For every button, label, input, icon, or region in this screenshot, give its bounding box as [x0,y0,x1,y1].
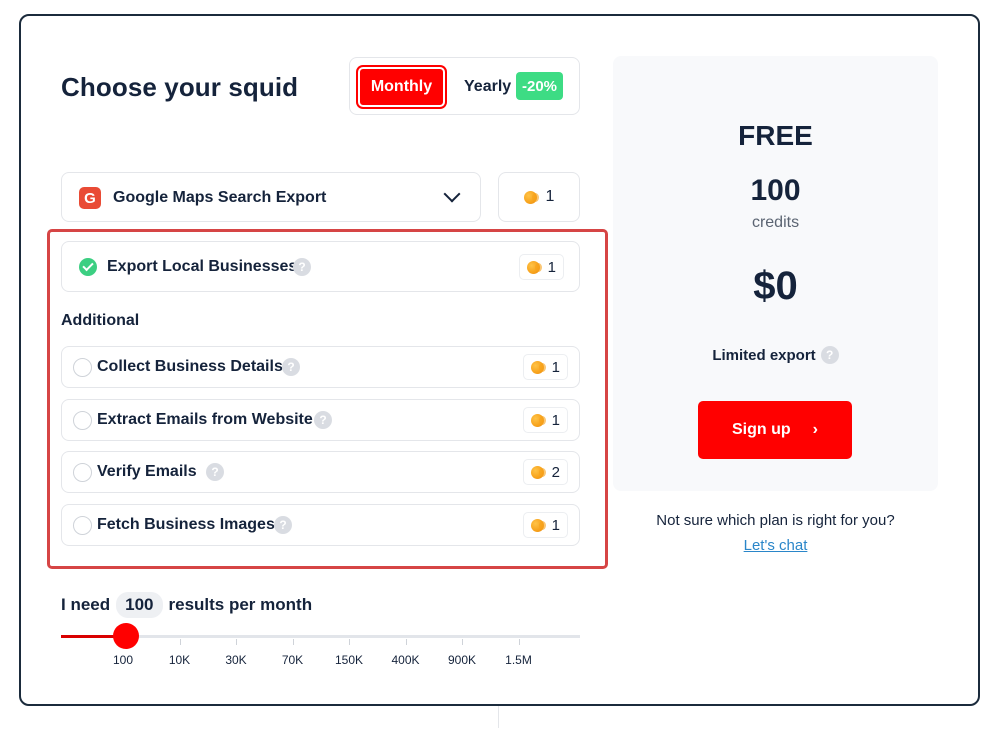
slider-tick-label[interactable]: 150K [335,653,363,667]
slider-tick [349,639,350,645]
addon-extract-emails[interactable]: Extract Emails from Website ? 1 [61,399,580,441]
addon-label: Extract Emails from Website [97,411,313,428]
service-label: Google Maps Search Export [113,189,327,206]
addon-radio[interactable] [73,463,92,482]
addon-label: Verify Emails [97,463,197,480]
slider-tick-label[interactable]: 100 [113,653,133,667]
addon-radio[interactable] [73,411,92,430]
slider-tick [405,639,407,645]
credit-value: 1 [551,358,560,376]
question-icon[interactable]: ? [293,258,311,276]
main-option-label: Export Local Businesses [107,258,298,275]
plan-credits-unit: credits [751,214,800,231]
coin-icon [530,518,546,532]
help-question: Not sure which plan is right for you? [656,512,895,529]
check-circle-icon [79,258,97,276]
coin-icon [530,413,546,427]
slider-tick-label[interactable]: 1.5M [505,653,532,667]
question-icon[interactable]: ? [274,516,292,534]
slider-tick-label[interactable]: 30K [225,653,246,667]
results-prefix: I need [61,595,111,614]
credit-badge: 2 [522,459,568,485]
question-icon[interactable]: ? [314,411,332,429]
slider-tick [236,639,237,645]
results-per-month: I need 100 results per month [61,592,312,618]
chevron-down-icon [443,185,461,203]
plan-name: FREE [738,120,813,151]
credit-value: 2 [551,463,560,481]
plan-note-text: Limited export [712,346,816,364]
credit-value: 1 [551,411,560,429]
total-credits-value: 1 [545,188,555,205]
results-slider-thumb[interactable] [113,623,139,649]
slider-tick-label[interactable]: 400K [391,653,419,667]
chevron-right-icon: › [812,421,818,438]
addon-fetch-business-images[interactable]: Fetch Business Images ? 1 [61,504,580,546]
additional-heading: Additional [61,312,140,329]
addon-label: Collect Business Details [97,358,283,375]
coin-icon [523,190,539,204]
addon-radio[interactable] [73,358,92,377]
total-credits: 1 [498,172,580,222]
credit-value: 1 [547,258,556,276]
discount-badge: -20% [516,72,564,100]
addon-collect-business-details[interactable]: Collect Business Details ? 1 [61,346,580,388]
slider-tick [292,639,294,645]
coin-icon [530,360,546,374]
slider-tick [462,639,463,645]
addon-verify-emails[interactable]: Verify Emails ? 2 [61,451,580,493]
plan-price: $0 [753,264,798,308]
service-dropdown[interactable]: G Google Maps Search Export [61,172,481,222]
plan-credits: 100 [750,174,801,207]
credit-badge: 1 [522,407,568,433]
question-icon[interactable]: ? [282,358,300,376]
chat-link[interactable]: Let's chat [613,537,938,554]
main-option[interactable]: Export Local Businesses ? 1 [61,241,580,292]
slider-tick-label[interactable]: 900K [448,653,476,667]
signup-button[interactable]: Sign up › [698,401,852,459]
credit-badge: 1 [522,512,568,538]
coin-icon [530,465,546,479]
billing-toggle: Monthly Yearly -20% [349,57,580,115]
slider-tick [179,639,181,645]
credit-badge: 1 [522,354,568,380]
credit-badge: 1 [518,254,564,280]
question-icon[interactable]: ? [820,346,839,364]
results-count[interactable]: 100 [116,592,163,618]
page-title: Choose your squid [61,72,299,102]
divider [498,706,499,728]
results-suffix: results per month [168,595,313,614]
yearly-button[interactable]: Yearly [464,78,511,96]
addon-label: Fetch Business Images [97,516,275,533]
slider-tick-label[interactable]: 10K [169,653,190,667]
addon-radio[interactable] [73,516,92,535]
signup-label: Sign up [732,421,791,438]
credit-value: 1 [551,516,560,534]
google-icon: G [79,187,101,209]
plan-card: FREE 100 credits $0 Limited export ? Sig… [613,56,938,491]
question-icon[interactable]: ? [206,463,224,481]
slider-tick-label[interactable]: 70K [282,653,303,667]
slider-tick [518,639,520,645]
coin-icon [526,260,542,274]
monthly-button[interactable]: Monthly [358,67,445,107]
plan-note: Limited export ? [613,346,938,364]
